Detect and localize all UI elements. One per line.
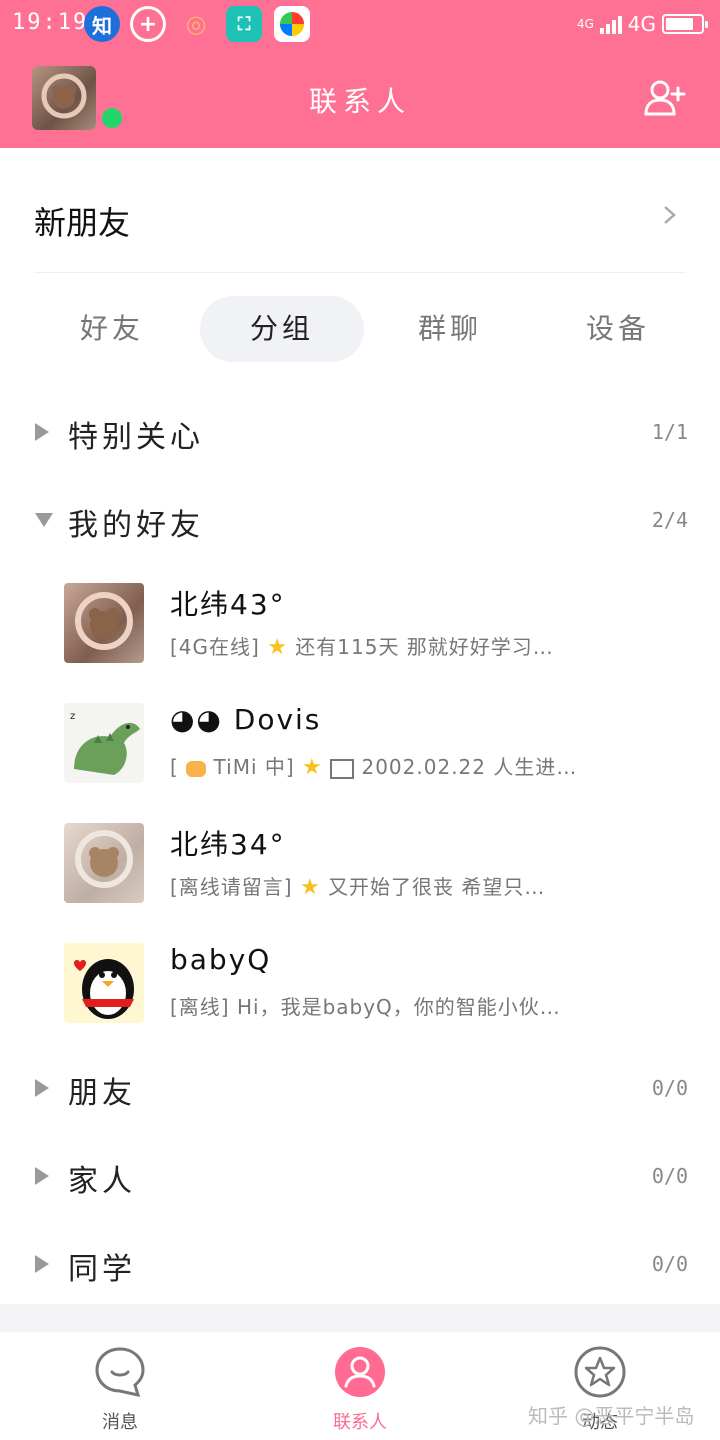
status-text: 2002.02.22 人生进… — [361, 755, 578, 779]
friend-avatar: z — [64, 703, 144, 783]
friend-status: [离线] Hi，我是babyQ，你的智能小伙… — [170, 991, 620, 1020]
friend-avatar — [64, 943, 144, 1023]
signal-icon — [599, 14, 622, 34]
plus-app-icon: + — [130, 6, 166, 42]
friend-avatar — [64, 583, 144, 663]
bottom-separator — [0, 1304, 720, 1332]
scan-app-icon: ⛶ — [226, 6, 262, 42]
group-name: 我的好友 — [68, 508, 204, 543]
network-label: 4G — [627, 12, 656, 36]
svg-text:z: z — [70, 711, 75, 722]
timi-app-icon — [186, 760, 207, 777]
friend-name: ◕◕ Dovis — [170, 703, 322, 736]
zhihu-app-icon: 知 — [84, 6, 120, 42]
status-prefix: [ — [170, 755, 179, 779]
group-name: 特别关心 — [68, 420, 204, 455]
nav-contacts[interactable]: 联系人 — [300, 1346, 420, 1434]
network-small-label: 4G — [576, 17, 594, 31]
group-name: 家人 — [68, 1164, 136, 1199]
image-icon — [330, 758, 355, 779]
person-icon — [335, 1347, 385, 1397]
divider — [34, 272, 686, 273]
star-badge-icon: ★ — [299, 875, 321, 900]
star-badge-icon: ★ — [302, 755, 323, 780]
friend-item[interactable]: babyQ [离线] Hi，我是babyQ，你的智能小伙… — [0, 943, 720, 1043]
page-title: 联系人 — [308, 85, 411, 118]
status-text: 还有115天 那就好好学习… — [295, 635, 554, 659]
contact-tabs: 好友 分组 群聊 设备 — [0, 296, 720, 362]
friend-name: 北纬43° — [170, 588, 286, 621]
triangle-right-icon — [35, 1079, 49, 1097]
group-name: 朋友 — [68, 1076, 136, 1111]
status-bar: 19:19 知 + ◎ ⛶ 4G 4G — [0, 0, 720, 50]
status-right: 4G 4G — [576, 12, 708, 36]
new-friends-label: 新朋友 — [34, 204, 131, 242]
friend-status: [离线请留言] ★ 又开始了很丧 希望只… — [170, 871, 620, 900]
group-count: 2/4 — [651, 508, 688, 532]
tab-groups[interactable]: 分组 — [200, 296, 364, 362]
star-icon — [574, 1346, 626, 1398]
group-row-special[interactable]: 特别关心 1/1 — [0, 402, 720, 462]
star-badge-icon: ★ — [267, 635, 288, 660]
watermark: 知乎 @恶平宁半岛 — [528, 1404, 695, 1428]
status-time: 19:19 — [12, 10, 89, 35]
glasses-emoji-icon: ◕◕ — [170, 703, 234, 736]
status-prefix: [离线请留言] — [170, 875, 293, 899]
group-count: 0/0 — [651, 1076, 688, 1100]
battery-level — [666, 18, 693, 30]
triangle-down-icon — [35, 513, 53, 527]
group-row-family[interactable]: 家人 0/0 — [0, 1146, 720, 1206]
friend-avatar — [64, 823, 144, 903]
nav-label: 联系人 — [333, 1412, 387, 1433]
tab-devices[interactable]: 设备 — [538, 296, 698, 362]
friend-name: babyQ — [170, 943, 272, 976]
group-row-friends[interactable]: 朋友 0/0 — [0, 1058, 720, 1118]
chevron-right-icon — [664, 206, 676, 224]
chat-bubble-icon — [95, 1347, 145, 1398]
status-prefix: [4G在线] — [170, 635, 260, 659]
group-count: 0/0 — [651, 1252, 688, 1276]
friend-item[interactable]: 北纬34° [离线请留言] ★ 又开始了很丧 希望只… — [0, 823, 720, 923]
tab-group-chats[interactable]: 群聊 — [370, 296, 530, 362]
group-count: 1/1 — [651, 420, 688, 444]
nav-label: 消息 — [102, 1412, 138, 1433]
group-row-classmates[interactable]: 同学 0/0 — [0, 1234, 720, 1294]
new-friends-row[interactable]: 新朋友 — [0, 148, 720, 273]
nav-messages[interactable]: 消息 — [60, 1346, 180, 1434]
group-name: 同学 — [68, 1252, 136, 1287]
friend-name: 北纬34° — [170, 828, 286, 861]
status-prefix: [离线] — [170, 995, 230, 1019]
friend-status: [ TiMi 中] ★ 2002.02.22 人生进… — [170, 751, 620, 780]
tab-friends[interactable]: 好友 — [32, 296, 192, 362]
add-friend-icon[interactable] — [642, 76, 686, 120]
status-app: TiMi 中] — [213, 755, 295, 779]
triangle-right-icon — [35, 423, 49, 441]
group-row-my-friends[interactable]: 我的好友 2/4 — [0, 490, 720, 550]
friend-status: [4G在线] ★ 还有115天 那就好好学习… — [170, 631, 620, 660]
status-text: Hi，我是babyQ，你的智能小伙… — [236, 995, 561, 1019]
top-bar: 19:19 知 + ◎ ⛶ 4G 4G 联系人 — [0, 0, 720, 148]
friend-item[interactable]: z ◕◕ Dovis [ TiMi 中] ★ 2002.02.22 人生进… — [0, 703, 720, 803]
colorful-app-icon — [274, 6, 310, 42]
orange-app-icon: ◎ — [185, 10, 207, 38]
triangle-right-icon — [35, 1167, 49, 1185]
group-count: 0/0 — [651, 1164, 688, 1188]
triangle-right-icon — [35, 1255, 49, 1273]
status-text: 又开始了很丧 希望只… — [328, 875, 546, 899]
friend-item[interactable]: 北纬43° [4G在线] ★ 还有115天 那就好好学习… — [0, 583, 720, 683]
battery-icon — [662, 14, 708, 34]
